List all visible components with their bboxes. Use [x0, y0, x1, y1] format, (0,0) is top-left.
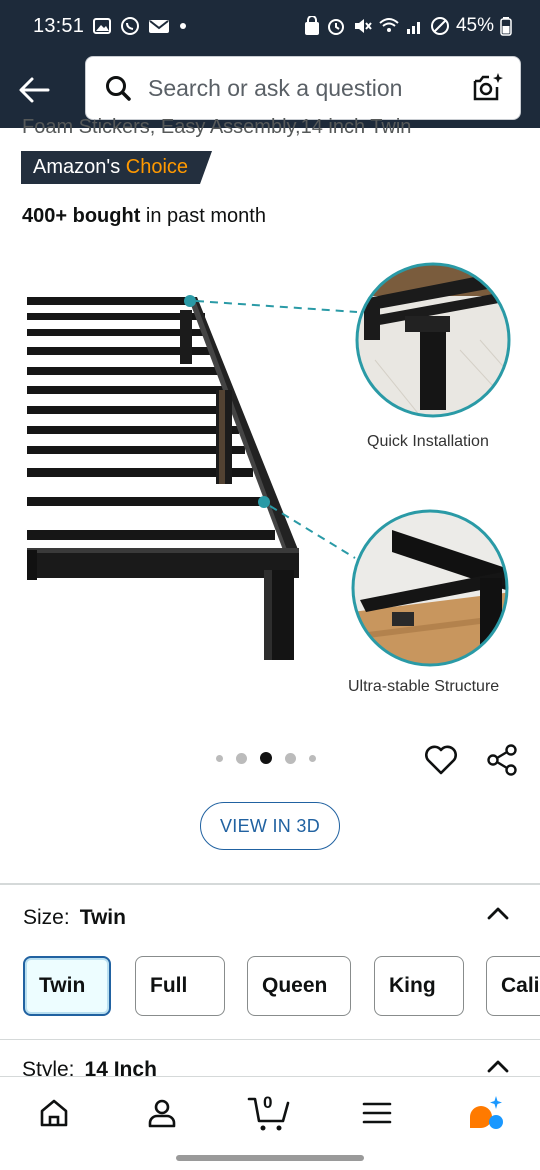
size-option-king[interactable]: King	[374, 956, 464, 1016]
whatsapp-icon	[120, 16, 140, 36]
account-icon[interactable]	[142, 1093, 182, 1133]
product-image[interactable]	[0, 240, 540, 720]
do-not-disturb-icon	[430, 16, 450, 36]
product-title-fragment: Foam Stickers, Easy Assembly,14 inch Twi…	[22, 116, 412, 138]
battery-icon	[500, 16, 512, 36]
rufus-assistant-icon[interactable]	[466, 1093, 506, 1133]
bought-in-past-month: 400+ bought in past month	[22, 205, 266, 228]
bed-frame-illustration	[27, 262, 511, 667]
badge-accent: Choice	[125, 156, 189, 178]
alarm-icon	[326, 16, 346, 36]
chevron-up-icon[interactable]	[484, 900, 512, 928]
mail-notification-icon	[148, 16, 170, 36]
image-carousel-indicator	[216, 752, 329, 764]
carousel-dot-active[interactable]	[260, 752, 272, 764]
search-placeholder: Search or ask a question	[148, 74, 403, 101]
size-selector-header[interactable]: Size: Twin	[23, 906, 126, 930]
mute-icon	[352, 16, 372, 36]
carousel-dot[interactable]	[216, 754, 223, 762]
camera-search-icon[interactable]	[470, 70, 506, 106]
home-icon[interactable]	[34, 1093, 74, 1133]
lock-app-icon	[304, 16, 320, 36]
battery-percent: 45%	[455, 15, 494, 36]
carousel-dot[interactable]	[309, 754, 316, 762]
home-gesture-bar[interactable]	[176, 1155, 364, 1161]
section-divider	[0, 883, 540, 885]
amazons-choice-badge: Amazon's Choice	[21, 151, 212, 184]
heart-icon[interactable]	[423, 742, 459, 778]
style-selected-value: 14 Inch	[84, 1058, 157, 1076]
badge-prefix: Amazon's	[33, 156, 121, 178]
status-time: 13:51	[33, 14, 85, 37]
size-option-twin[interactable]: Twin	[23, 956, 111, 1016]
size-option-cali[interactable]: Cali	[486, 956, 540, 1016]
chevron-up-icon[interactable]	[484, 1054, 512, 1078]
gallery-notification-icon	[92, 16, 112, 36]
section-divider	[0, 1039, 540, 1040]
style-label: Style:	[22, 1058, 75, 1076]
carousel-dot[interactable]	[285, 752, 296, 764]
search-input[interactable]: Search or ask a question	[85, 56, 521, 120]
size-selected-value: Twin	[79, 906, 126, 929]
carousel-dot[interactable]	[236, 752, 247, 764]
search-icon	[104, 74, 132, 102]
wifi-icon	[378, 16, 400, 36]
cart-count-badge: 0	[263, 1093, 273, 1112]
style-selector-header[interactable]: Style: 14 Inch	[22, 1058, 157, 1076]
size-option-full[interactable]: Full	[135, 956, 225, 1016]
share-icon[interactable]	[484, 742, 520, 778]
bought-count: 400+ bought	[22, 205, 141, 227]
more-notifications-dot-icon	[178, 21, 188, 31]
back-arrow-icon[interactable]	[14, 70, 54, 110]
feature-label-quick-installation: Quick Installation	[367, 433, 489, 450]
bought-suffix: in past month	[140, 205, 266, 227]
size-label: Size:	[23, 906, 70, 929]
signal-icon	[406, 16, 424, 36]
feature-label-ultra-stable: Ultra-stable Structure	[348, 678, 500, 695]
menu-icon[interactable]	[357, 1093, 397, 1133]
size-option-queen[interactable]: Queen	[247, 956, 351, 1016]
status-bar: 13:51 45%	[0, 0, 540, 52]
view-in-3d-button[interactable]: VIEW IN 3D	[200, 802, 340, 850]
